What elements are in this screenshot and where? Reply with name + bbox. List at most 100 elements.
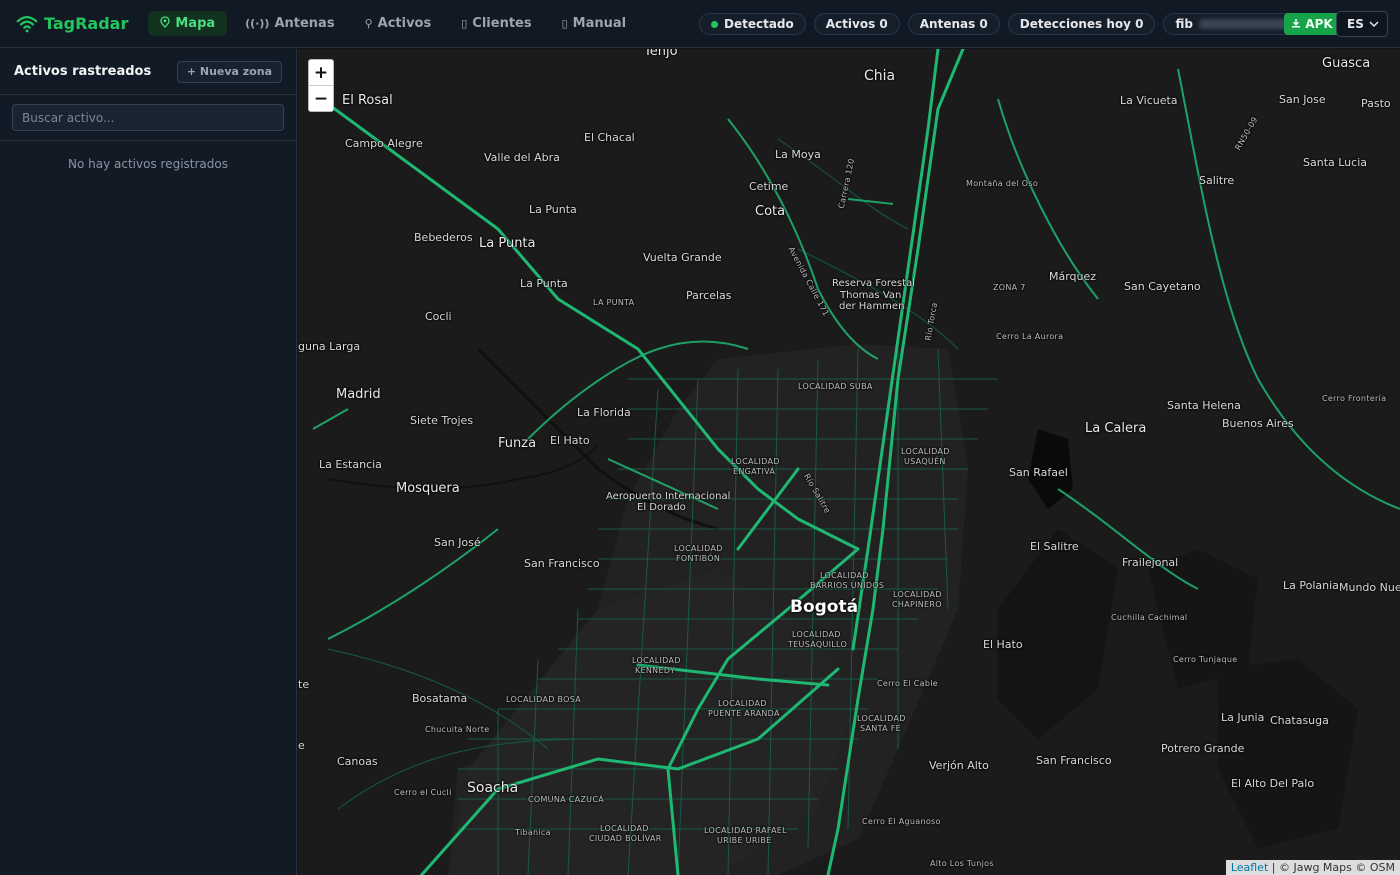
map-label: Buenos Aires bbox=[1222, 417, 1294, 430]
map-label: San Cayetano bbox=[1124, 280, 1201, 293]
map-view[interactable]: + − Leaflet | © Jawg Maps © OSM Tenjo Ch… bbox=[298, 49, 1400, 875]
map-label: Cota bbox=[755, 204, 786, 219]
zoom-control: + − bbox=[308, 59, 334, 112]
map-label: Márquez bbox=[1049, 270, 1097, 283]
clients-icon: ▯ bbox=[461, 17, 468, 30]
map-label: LOCALIDAD bbox=[674, 544, 723, 553]
map-label: ENGATIVÁ bbox=[733, 467, 776, 476]
attribution-text: | © Jawg Maps © OSM bbox=[1268, 861, 1395, 874]
map-label: El Chacal bbox=[584, 131, 635, 144]
map-label: Madrid bbox=[336, 387, 381, 402]
map-label: USAQUÉN bbox=[904, 457, 946, 466]
asset-search-input[interactable] bbox=[12, 104, 284, 131]
map-label: LOCALIDAD bbox=[820, 571, 869, 580]
pin-icon bbox=[160, 16, 171, 31]
nav-label: Manual bbox=[572, 16, 627, 31]
detections-today-badge: Detecciones hoy 0 bbox=[1007, 13, 1156, 35]
status-pills: Detectado Activos 0 Antenas 0 Deteccione… bbox=[699, 13, 1331, 35]
map-label: TEUSAQUILLO bbox=[788, 640, 848, 649]
map-label: Cerro El Cable bbox=[877, 679, 938, 688]
map-label: LOCALIDAD bbox=[901, 447, 950, 456]
map-label: La Junia bbox=[1221, 711, 1265, 724]
map-label: Guasca bbox=[1322, 56, 1371, 71]
top-bar: TagRadar Mapa ((·)) Antenas ⚲ Activos ▯ … bbox=[0, 0, 1400, 48]
map-label: Pasto bbox=[1361, 97, 1391, 110]
map-label: Tenjo bbox=[644, 49, 678, 59]
brand[interactable]: TagRadar bbox=[16, 13, 128, 35]
nav-label: Activos bbox=[377, 16, 432, 31]
map-label: guna Larga bbox=[298, 340, 361, 353]
nav-mapa[interactable]: Mapa bbox=[148, 11, 228, 36]
sidebar-search bbox=[0, 95, 296, 141]
antenas-count-badge: Antenas 0 bbox=[907, 13, 1000, 35]
nav-clientes[interactable]: ▯ Clientes bbox=[449, 11, 543, 36]
map-label: Verjón Alto bbox=[929, 759, 989, 772]
zoom-in-button[interactable]: + bbox=[309, 60, 333, 86]
leaflet-link[interactable]: Leaflet bbox=[1231, 861, 1268, 874]
map-label: La Polania bbox=[1283, 579, 1339, 592]
map-label: CIUDAD BOLÍVAR bbox=[589, 834, 662, 843]
nav-label: Clientes bbox=[472, 16, 532, 31]
map-label: Reserva Forestal bbox=[832, 278, 915, 289]
map-label: Siete Trojes bbox=[410, 414, 474, 427]
map-label: e bbox=[298, 739, 305, 752]
map-label: Bebederos bbox=[414, 231, 473, 244]
map-label: URIBE URIBE bbox=[717, 836, 772, 845]
chevron-down-icon bbox=[1369, 17, 1379, 31]
new-zone-button[interactable]: + Nueva zona bbox=[176, 60, 282, 83]
map-label: Frailejonal bbox=[1122, 556, 1179, 569]
nav-activos[interactable]: ⚲ Activos bbox=[353, 11, 444, 36]
nav-manual[interactable]: ▯ Manual bbox=[550, 11, 639, 36]
map-label: Santa Lucia bbox=[1303, 156, 1367, 169]
status-dot-icon bbox=[711, 20, 718, 28]
map-label: Chucuita Norte bbox=[425, 725, 490, 734]
map-label: Cocli bbox=[425, 310, 452, 323]
map-label: San Francisco bbox=[524, 557, 600, 570]
map-label: San Francisco bbox=[1036, 754, 1112, 767]
map-label: Chatasuga bbox=[1270, 714, 1329, 727]
book-icon: ▯ bbox=[561, 17, 568, 30]
map-label: SANTA FE bbox=[860, 724, 902, 733]
status-detected-label: Detectado bbox=[724, 17, 794, 31]
map-label: LOCALIDAD RAFAEL bbox=[704, 826, 787, 835]
map-label: LOCALIDAD bbox=[792, 630, 841, 639]
map-label: der Hammen bbox=[839, 301, 905, 312]
map-label: Parcelas bbox=[686, 289, 732, 302]
nav-label: Mapa bbox=[175, 16, 216, 31]
map-label: LOCALIDAD bbox=[731, 457, 780, 466]
assets-sidebar: Activos rastreados + Nueva zona No hay a… bbox=[0, 49, 297, 875]
map-label: LOCALIDAD bbox=[632, 656, 681, 665]
map-label: PUENTE ARANDA bbox=[708, 709, 780, 718]
map-label: LOCALIDAD bbox=[600, 824, 649, 833]
map-label: COMUNA CAZUCÁ bbox=[528, 795, 604, 804]
map-label: KENNEDY bbox=[635, 666, 676, 675]
map-label: Thomas Van bbox=[840, 290, 902, 301]
language-select[interactable]: ES bbox=[1336, 11, 1388, 37]
map-label: Cerro El Aguanoso bbox=[862, 817, 941, 826]
map-label: El Hato bbox=[550, 434, 590, 447]
main-nav: Mapa ((·)) Antenas ⚲ Activos ▯ Clientes … bbox=[148, 11, 638, 36]
map-label: Aeropuerto Internacional bbox=[606, 491, 731, 502]
apk-download-button[interactable]: APK bbox=[1284, 13, 1340, 35]
sidebar-header: Activos rastreados + Nueva zona bbox=[0, 49, 296, 95]
map-label: Campo Alegre bbox=[345, 137, 423, 150]
map-label: El Dorado bbox=[637, 502, 686, 513]
map-label: Potrero Grande bbox=[1161, 742, 1245, 755]
map-label: Salitre bbox=[1199, 174, 1235, 187]
nav-antenas[interactable]: ((·)) Antenas bbox=[233, 11, 346, 36]
map-label: El Rosal bbox=[342, 93, 393, 108]
activos-count-badge: Activos 0 bbox=[813, 13, 900, 35]
user-email-prefix: fib bbox=[1175, 17, 1193, 31]
map-label: Valle del Abra bbox=[484, 151, 560, 164]
map-label: La Punta bbox=[529, 203, 577, 216]
map-attribution: Leaflet | © Jawg Maps © OSM bbox=[1225, 860, 1400, 875]
apk-label: APK bbox=[1305, 17, 1333, 31]
map-label: El Alto Del Palo bbox=[1231, 777, 1315, 790]
language-value: ES bbox=[1347, 17, 1364, 31]
download-icon bbox=[1291, 17, 1301, 31]
map-label: La Estancia bbox=[319, 458, 382, 471]
zoom-out-button[interactable]: − bbox=[309, 86, 333, 112]
status-detected-badge: Detectado bbox=[699, 13, 806, 35]
wifi-icon bbox=[16, 15, 38, 32]
app-name: TagRadar bbox=[44, 14, 129, 33]
